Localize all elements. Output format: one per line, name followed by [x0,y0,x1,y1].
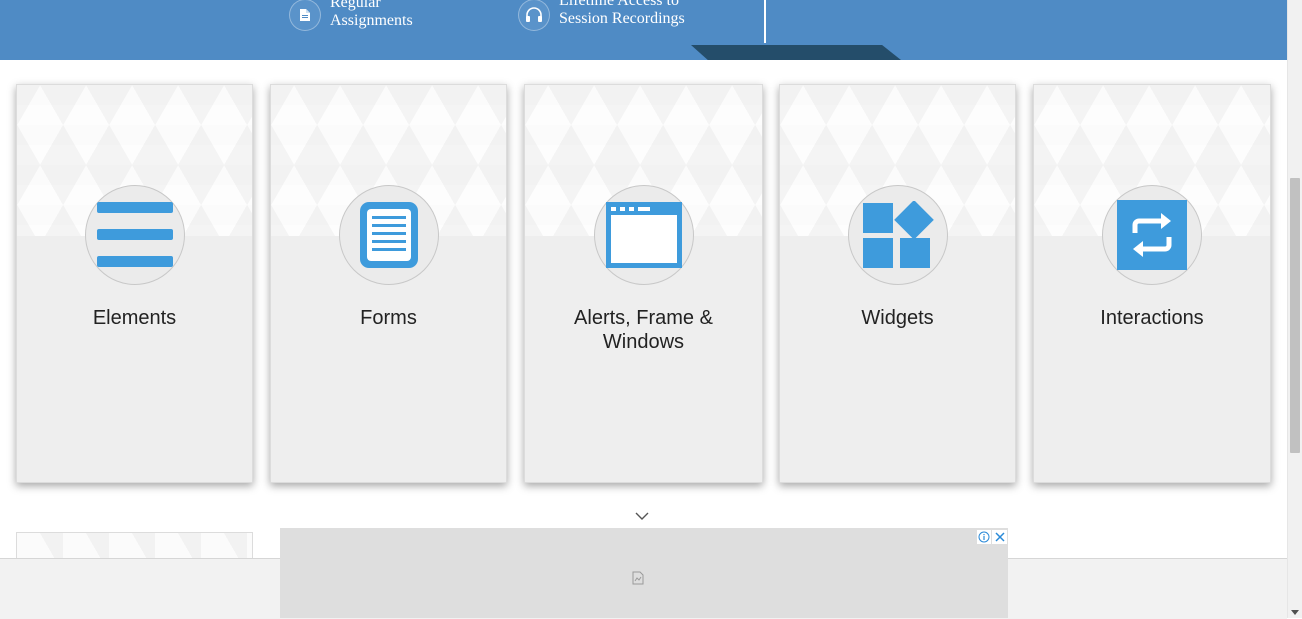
broken-image-icon [632,571,644,585]
banner-dark-tab [691,45,901,60]
chevron-down-icon[interactable] [634,510,650,522]
card-widgets[interactable]: Widgets [779,84,1016,483]
vertical-scrollbar[interactable] [1287,0,1302,618]
feature-line-1: Lifetime Access to [559,0,679,9]
card-alerts-frame-windows[interactable]: Alerts, Frame & Windows [524,84,763,483]
card-label: Forms [360,307,417,329]
feature-lifetime-access: Lifetime Access to Session Recordings [518,0,685,31]
document-icon [289,0,321,31]
hamburger-menu-icon [84,185,185,285]
banner-divider [764,0,766,43]
headphones-icon [518,0,550,31]
top-banner: Regular Assignments Lifetime Access to S… [0,0,1287,60]
feature-line-2: Assignments [330,12,413,29]
card-label: Interactions [1100,307,1204,329]
browser-window-icon [593,185,694,285]
card-elements[interactable]: Elements [16,84,253,483]
scrollbar-thumb[interactable] [1290,178,1300,453]
scroll-down-arrow-icon[interactable] [1291,610,1299,615]
feature-line-2: Session Recordings [559,10,685,27]
close-icon[interactable] [992,530,1007,544]
card-label: Alerts, Frame & Windows [574,307,713,353]
card-interactions[interactable]: Interactions [1033,84,1271,483]
form-document-icon [338,185,439,285]
feature-line-1: Regular [330,0,381,11]
advertisement-banner[interactable] [280,528,1008,618]
card-label: Elements [92,307,177,329]
swap-arrows-icon [1102,185,1202,285]
card-forms[interactable]: Forms [270,84,507,483]
feature-regular-assignments: Regular Assignments [289,0,413,31]
card-label: Widgets [861,307,934,329]
info-icon[interactable] [977,530,991,544]
widgets-grid-icon [847,185,948,285]
